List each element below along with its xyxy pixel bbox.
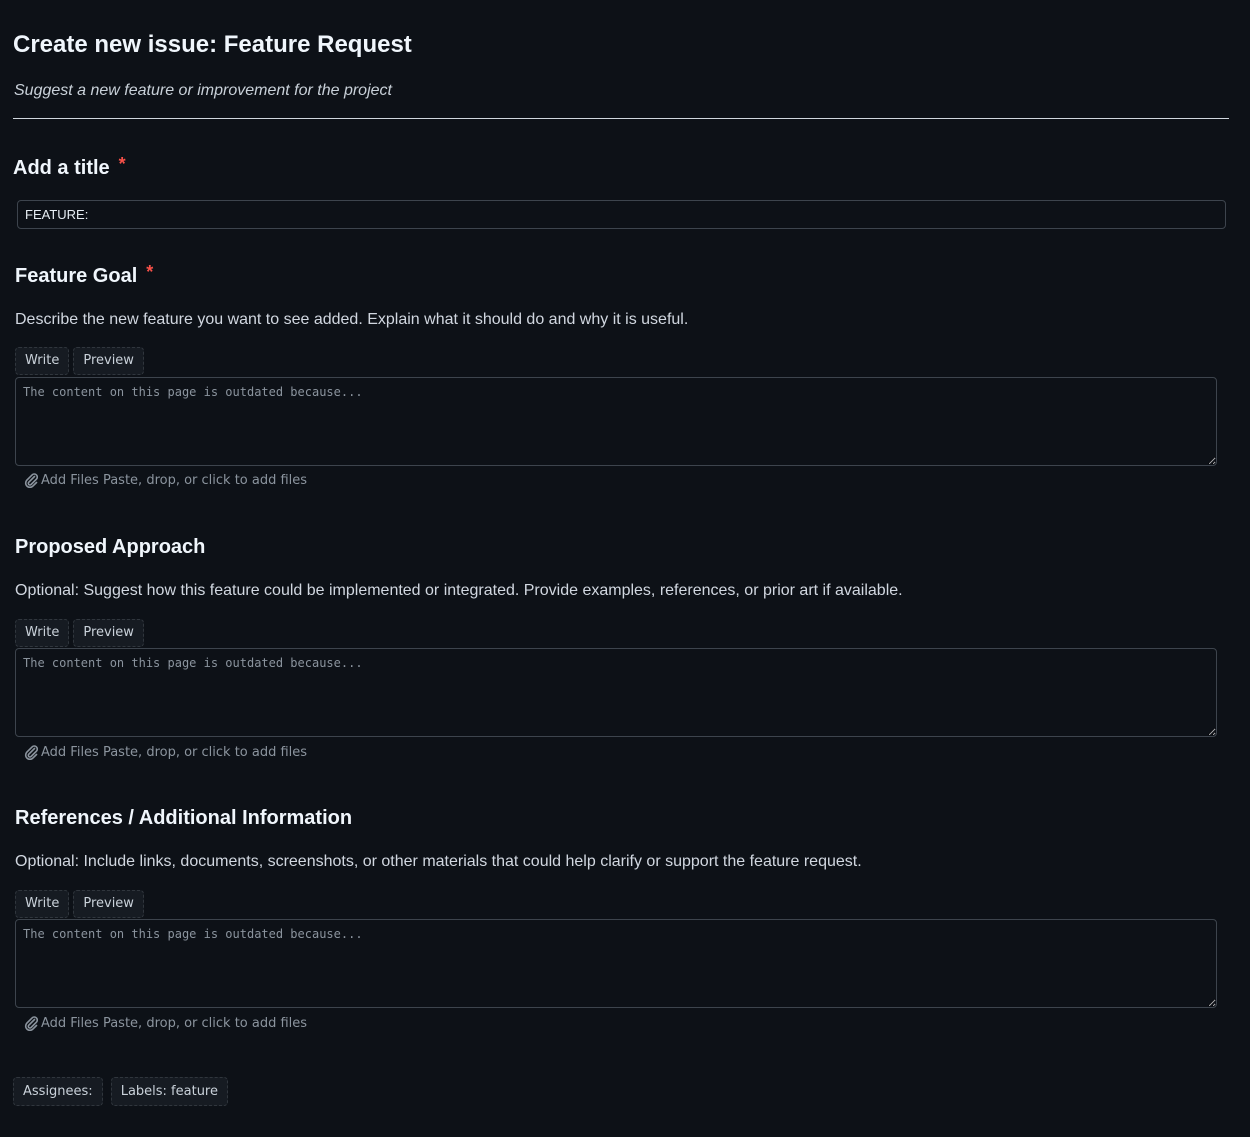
section-heading-text: Feature Goal <box>15 265 138 287</box>
editor-tabs: Write Preview <box>15 890 144 918</box>
section-heading-text: Proposed Approach <box>15 536 206 558</box>
feature-goal-editor[interactable] <box>15 377 1217 466</box>
write-tab[interactable]: Write <box>15 890 70 918</box>
header-divider <box>13 118 1229 119</box>
preview-tab[interactable]: Preview <box>73 890 144 918</box>
title-input[interactable] <box>17 200 1226 229</box>
section-description: Optional: Suggest how this feature could… <box>15 582 903 599</box>
required-marker: * <box>146 262 154 282</box>
write-tab[interactable]: Write <box>15 347 70 375</box>
title-label-text: Add a title <box>13 157 110 179</box>
add-files-label: Add Files Paste, drop, or click to add f… <box>41 744 308 760</box>
labels-button[interactable]: Labels: feature <box>110 1077 228 1106</box>
preview-tab[interactable]: Preview <box>73 619 144 647</box>
section-description: Optional: Include links, documents, scre… <box>15 853 862 870</box>
add-files-label: Add Files Paste, drop, or click to add f… <box>41 1015 308 1031</box>
required-marker: * <box>118 154 126 174</box>
add-files-link[interactable]: Add Files Paste, drop, or click to add f… <box>24 472 307 488</box>
title-label: Add a title * <box>13 154 126 180</box>
paperclip-icon <box>24 1015 38 1031</box>
add-files-link[interactable]: Add Files Paste, drop, or click to add f… <box>24 1015 307 1031</box>
section-description: Describe the new feature you want to see… <box>15 311 689 328</box>
page-title: Create new issue: Feature Request <box>13 31 412 58</box>
section-heading-proposed-approach: Proposed Approach <box>15 536 205 559</box>
proposed-approach-editor[interactable] <box>15 648 1217 737</box>
section-heading-feature-goal: Feature Goal * <box>15 262 154 288</box>
editor-tabs: Write Preview <box>15 347 144 375</box>
add-files-link[interactable]: Add Files Paste, drop, or click to add f… <box>24 744 307 760</box>
editor-tabs: Write Preview <box>15 619 144 647</box>
paperclip-icon <box>24 472 38 488</box>
paperclip-icon <box>24 744 38 760</box>
section-heading-text: References / Additional Information <box>15 807 353 829</box>
section-heading-references: References / Additional Information <box>15 807 352 830</box>
page-subtitle: Suggest a new feature or improvement for… <box>14 82 392 99</box>
write-tab[interactable]: Write <box>15 619 70 647</box>
add-files-label: Add Files Paste, drop, or click to add f… <box>41 472 308 488</box>
references-editor[interactable] <box>15 919 1217 1008</box>
preview-tab[interactable]: Preview <box>73 347 144 375</box>
issue-metadata: Assignees: Labels: feature <box>13 1077 228 1106</box>
assignees-button[interactable]: Assignees: <box>13 1077 103 1106</box>
